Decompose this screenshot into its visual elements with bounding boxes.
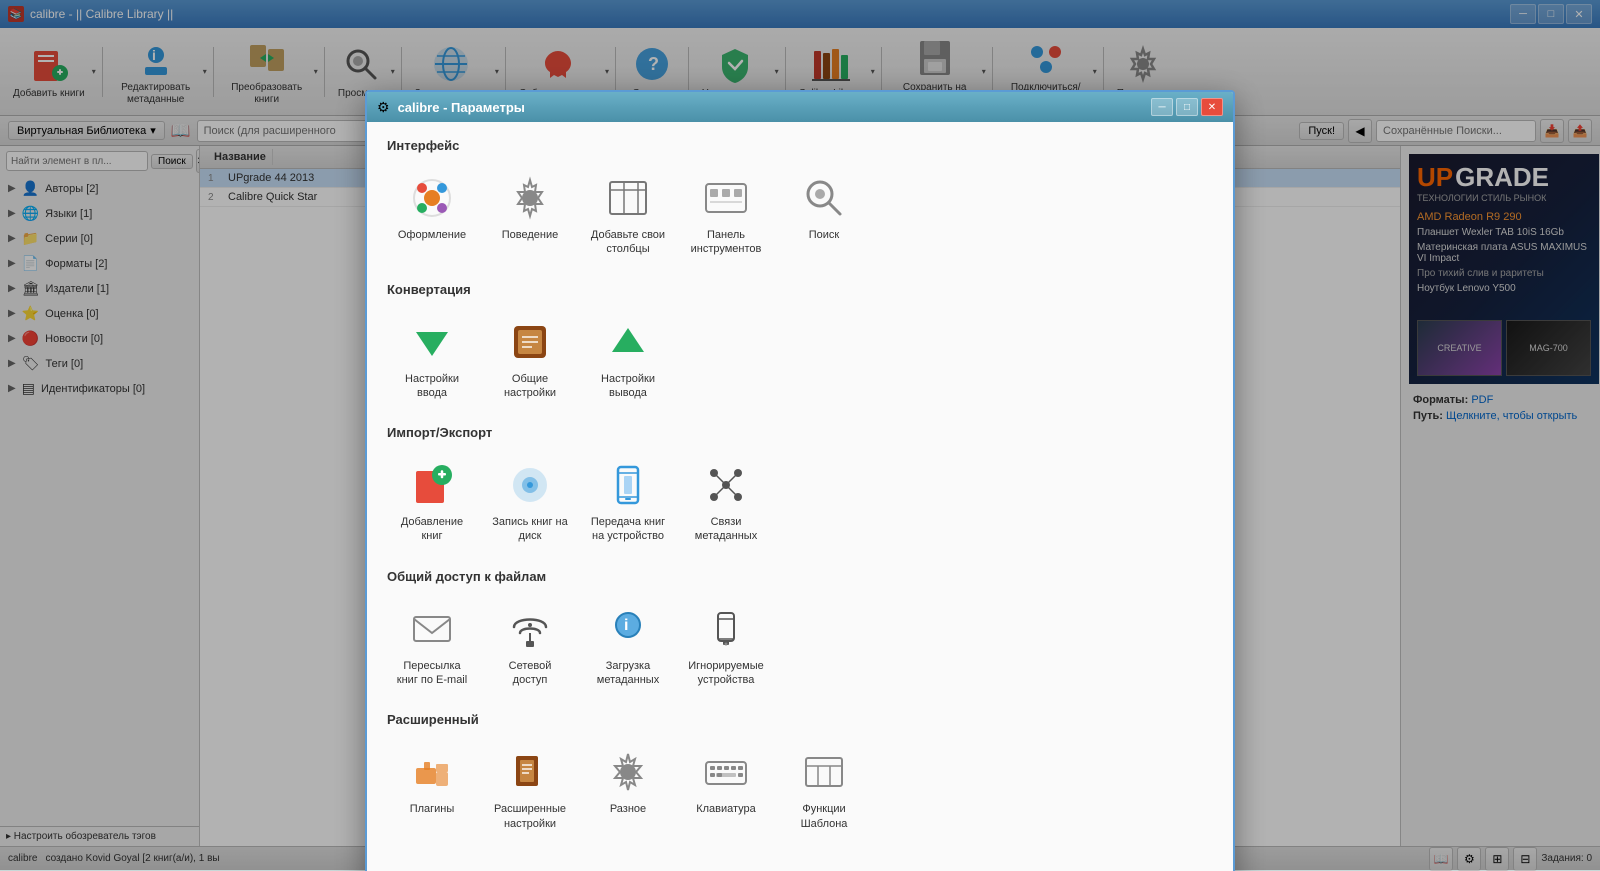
look-feel-item[interactable]: Оформление xyxy=(387,165,477,266)
email-icon-img xyxy=(408,605,456,653)
plugins-item[interactable]: Плагины xyxy=(387,739,477,840)
input-opts-icon xyxy=(408,318,456,366)
common-opts-item[interactable]: Общие настройки xyxy=(485,309,575,410)
ignored-icon-img xyxy=(702,605,750,653)
modal-close-button[interactable]: ✕ xyxy=(1201,98,1223,116)
interface-grid: Оформление Поведение xyxy=(387,165,1213,266)
toolbar-label-s: Панель инструментов xyxy=(686,228,766,257)
section-conversion-title: Конвертация xyxy=(387,282,1213,297)
keyboard-item[interactable]: Клавиатура xyxy=(681,739,771,840)
look-feel-label: Оформление xyxy=(398,228,466,242)
plugins-label: Плагины xyxy=(410,802,455,816)
columns-icon xyxy=(604,174,652,222)
metadata-links-label: Связи метаданных xyxy=(686,515,766,544)
behavior-item[interactable]: Поведение xyxy=(485,165,575,266)
keyboard-label: Клавиатура xyxy=(696,802,756,816)
common-opts-icon xyxy=(506,318,554,366)
fetch-meta-item[interactable]: i Загрузка метаданных xyxy=(583,596,673,697)
common-opts-label: Общие настройки xyxy=(490,372,570,401)
modal-minimize-button[interactable]: ─ xyxy=(1151,98,1173,116)
importexport-grid: Добавление книг Запись книг на диск xyxy=(387,452,1213,553)
modal-overlay: ⚙ calibre - Параметры ─ □ ✕ Интерфейс xyxy=(0,0,1600,870)
columns-label: Добавьте свои столбцы xyxy=(588,228,668,257)
toolbar-item[interactable]: Панель инструментов xyxy=(681,165,771,266)
sharing-grid: Пересылка книг по E-mail Сетевой доступ xyxy=(387,596,1213,697)
send-device-item[interactable]: Передача книг на устройство xyxy=(583,452,673,553)
behavior-icon xyxy=(506,174,554,222)
section-interface-title: Интерфейс xyxy=(387,138,1213,153)
fetch-meta-label: Загрузка метаданных xyxy=(588,659,668,688)
input-opts-label: Настройки ввода xyxy=(392,372,472,401)
output-opts-label: Настройки вывода xyxy=(588,372,668,401)
svg-text:i: i xyxy=(624,617,628,634)
modal-title-bar: ⚙ calibre - Параметры ─ □ ✕ xyxy=(367,92,1233,122)
preferences-modal: ⚙ calibre - Параметры ─ □ ✕ Интерфейс xyxy=(365,90,1235,871)
network-label-s: Сетевой доступ xyxy=(490,659,570,688)
keyboard-icon-img xyxy=(702,748,750,796)
template-func-item[interactable]: Функции Шаблона xyxy=(779,739,869,840)
advanced-grid: Плагины Расширенные настройки xyxy=(387,739,1213,840)
add-books-set-label: Добавление книг xyxy=(392,515,472,544)
save-to-disk-icon xyxy=(506,461,554,509)
save-to-disk-item[interactable]: Запись книг на диск xyxy=(485,452,575,553)
email-item[interactable]: Пересылка книг по E-mail xyxy=(387,596,477,697)
send-device-label: Передача книг на устройство xyxy=(588,515,668,544)
network-icon-img xyxy=(506,605,554,653)
modal-title: calibre - Параметры xyxy=(398,100,525,115)
input-opts-item[interactable]: Настройки ввода xyxy=(387,309,477,410)
template-func-icon xyxy=(800,748,848,796)
ignored-label: Игнорируемые устройства xyxy=(686,659,766,688)
misc-icon xyxy=(604,748,652,796)
toolbar-icon-img xyxy=(702,174,750,222)
email-label-s: Пересылка книг по E-mail xyxy=(392,659,472,688)
conversion-grid: Настройки ввода Общие настройки xyxy=(387,309,1213,410)
misc-item[interactable]: Разное xyxy=(583,739,673,840)
modal-body: Интерфейс Оформление xyxy=(367,122,1233,871)
modal-controls: ─ □ ✕ xyxy=(1151,98,1223,116)
ignored-item[interactable]: Игнорируемые устройства xyxy=(681,596,771,697)
plugins-icon-img xyxy=(408,748,456,796)
search-item[interactable]: Поиск xyxy=(779,165,869,266)
output-opts-icon xyxy=(604,318,652,366)
output-opts-item[interactable]: Настройки вывода xyxy=(583,309,673,410)
modal-title-left: ⚙ calibre - Параметры xyxy=(377,99,525,116)
template-func-label: Функции Шаблона xyxy=(784,802,864,831)
adv-settings-item[interactable]: Расширенные настройки xyxy=(485,739,575,840)
section-advanced-title: Расширенный xyxy=(387,712,1213,727)
misc-label: Разное xyxy=(610,802,646,816)
adv-settings-icon xyxy=(506,748,554,796)
fetch-meta-icon: i xyxy=(604,605,652,653)
adv-settings-label: Расширенные настройки xyxy=(490,802,570,831)
search-label-s: Поиск xyxy=(809,228,839,242)
network-item[interactable]: Сетевой доступ xyxy=(485,596,575,697)
look-feel-icon xyxy=(408,174,456,222)
modal-app-icon: ⚙ xyxy=(377,99,390,116)
add-books-set-icon xyxy=(408,461,456,509)
save-to-disk-label: Запись книг на диск xyxy=(490,515,570,544)
search-icon-img xyxy=(800,174,848,222)
section-importexport-title: Импорт/Экспорт xyxy=(387,425,1213,440)
modal-maximize-button[interactable]: □ xyxy=(1176,98,1198,116)
metadata-links-item[interactable]: Связи метаданных xyxy=(681,452,771,553)
columns-item[interactable]: Добавьте свои столбцы xyxy=(583,165,673,266)
metadata-links-icon xyxy=(702,461,750,509)
send-device-icon xyxy=(604,461,652,509)
add-books-set-item[interactable]: Добавление книг xyxy=(387,452,477,553)
behavior-label: Поведение xyxy=(502,228,559,242)
section-sharing-title: Общий доступ к файлам xyxy=(387,569,1213,584)
